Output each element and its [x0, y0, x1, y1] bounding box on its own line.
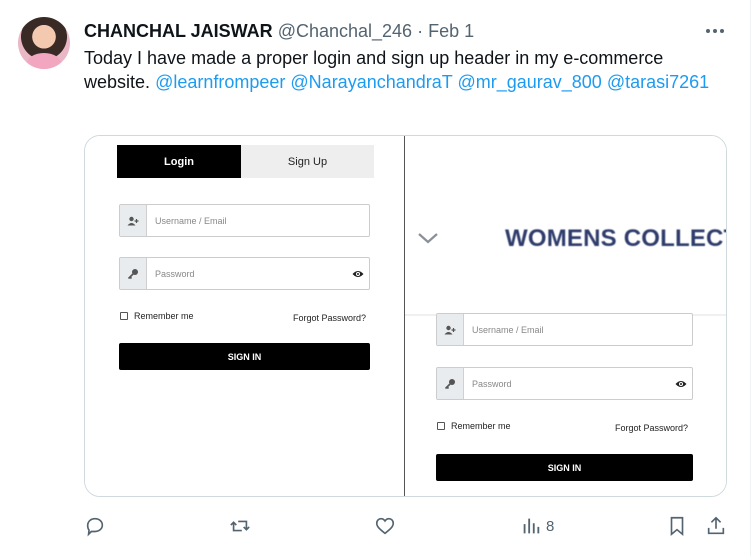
sign-in-button[interactable]: SIGN IN — [119, 343, 370, 370]
remember-me[interactable]: Remember me — [120, 311, 194, 321]
retweet-button[interactable] — [229, 514, 251, 538]
auth-tabs: Login Sign Up — [117, 145, 374, 178]
mention-link[interactable]: @NarayanchandraT — [290, 72, 452, 92]
tweet: CHANCHAL JAISWAR @Chanchal_246 · Feb 1 T… — [0, 0, 751, 556]
author-handle[interactable]: @Chanchal_246 — [278, 21, 412, 41]
password-field[interactable]: Password — [436, 367, 693, 400]
forgot-password-link[interactable]: Forgot Password? — [615, 423, 688, 433]
separator: · — [417, 21, 424, 41]
like-icon — [375, 517, 395, 535]
chevron-down-icon — [418, 233, 438, 244]
tweet-actions: 8 — [0, 514, 751, 538]
tweet-media[interactable]: Login Sign Up Username / Email Password … — [84, 135, 727, 497]
key-icon — [120, 258, 147, 289]
tweet-header: CHANCHAL JAISWAR @Chanchal_246 · Feb 1 — [84, 20, 474, 42]
remember-checkbox[interactable] — [120, 312, 128, 320]
retweet-icon — [230, 520, 250, 532]
reply-icon — [86, 517, 104, 537]
bookmark-icon — [670, 516, 684, 537]
forgot-password-link[interactable]: Forgot Password? — [293, 313, 366, 323]
username-field[interactable]: Username / Email — [119, 204, 370, 237]
remember-checkbox[interactable] — [437, 422, 445, 430]
user-icon — [437, 314, 464, 345]
password-field[interactable]: Password — [119, 257, 370, 290]
eye-icon[interactable] — [675, 378, 687, 390]
collection-banner: WOMENS COLLECT — [405, 136, 727, 316]
mention-link[interactable]: @tarasi7261 — [607, 72, 709, 92]
username-placeholder: Username / Email — [155, 215, 227, 226]
tweet-text: Today I have made a proper login and sig… — [84, 46, 734, 94]
views-count: 8 — [546, 517, 555, 535]
password-placeholder: Password — [472, 378, 512, 389]
media-image-left[interactable]: Login Sign Up Username / Email Password … — [85, 136, 404, 496]
tweet-date[interactable]: Feb 1 — [428, 21, 474, 41]
username-field[interactable]: Username / Email — [436, 313, 693, 346]
remember-me[interactable]: Remember me — [437, 421, 511, 431]
mention-link[interactable]: @mr_gaurav_800 — [457, 72, 601, 92]
reply-button[interactable] — [84, 514, 106, 538]
views-button[interactable]: 8 — [520, 514, 554, 538]
bookmark-button[interactable] — [666, 514, 688, 538]
share-button[interactable] — [705, 514, 727, 538]
eye-icon[interactable] — [352, 268, 364, 280]
tab-signup[interactable]: Sign Up — [241, 145, 374, 178]
more-icon[interactable] — [703, 20, 727, 42]
author-name[interactable]: CHANCHAL JAISWAR — [84, 21, 273, 41]
media-image-right[interactable]: WOMENS COLLECT Username / Email Password… — [405, 136, 727, 496]
remember-label: Remember me — [451, 421, 511, 431]
views-icon — [523, 518, 540, 534]
username-placeholder: Username / Email — [472, 324, 544, 335]
key-icon — [437, 368, 464, 399]
sign-in-button[interactable]: SIGN IN — [436, 454, 693, 481]
user-icon — [120, 205, 147, 236]
password-placeholder: Password — [155, 268, 195, 279]
remember-label: Remember me — [134, 311, 194, 321]
avatar[interactable] — [18, 17, 70, 69]
banner-title: WOMENS COLLECT — [505, 225, 727, 252]
tab-login[interactable]: Login — [117, 145, 241, 178]
like-button[interactable] — [374, 514, 396, 538]
mention-link[interactable]: @learnfrompeer — [155, 72, 285, 92]
share-icon — [707, 516, 725, 535]
